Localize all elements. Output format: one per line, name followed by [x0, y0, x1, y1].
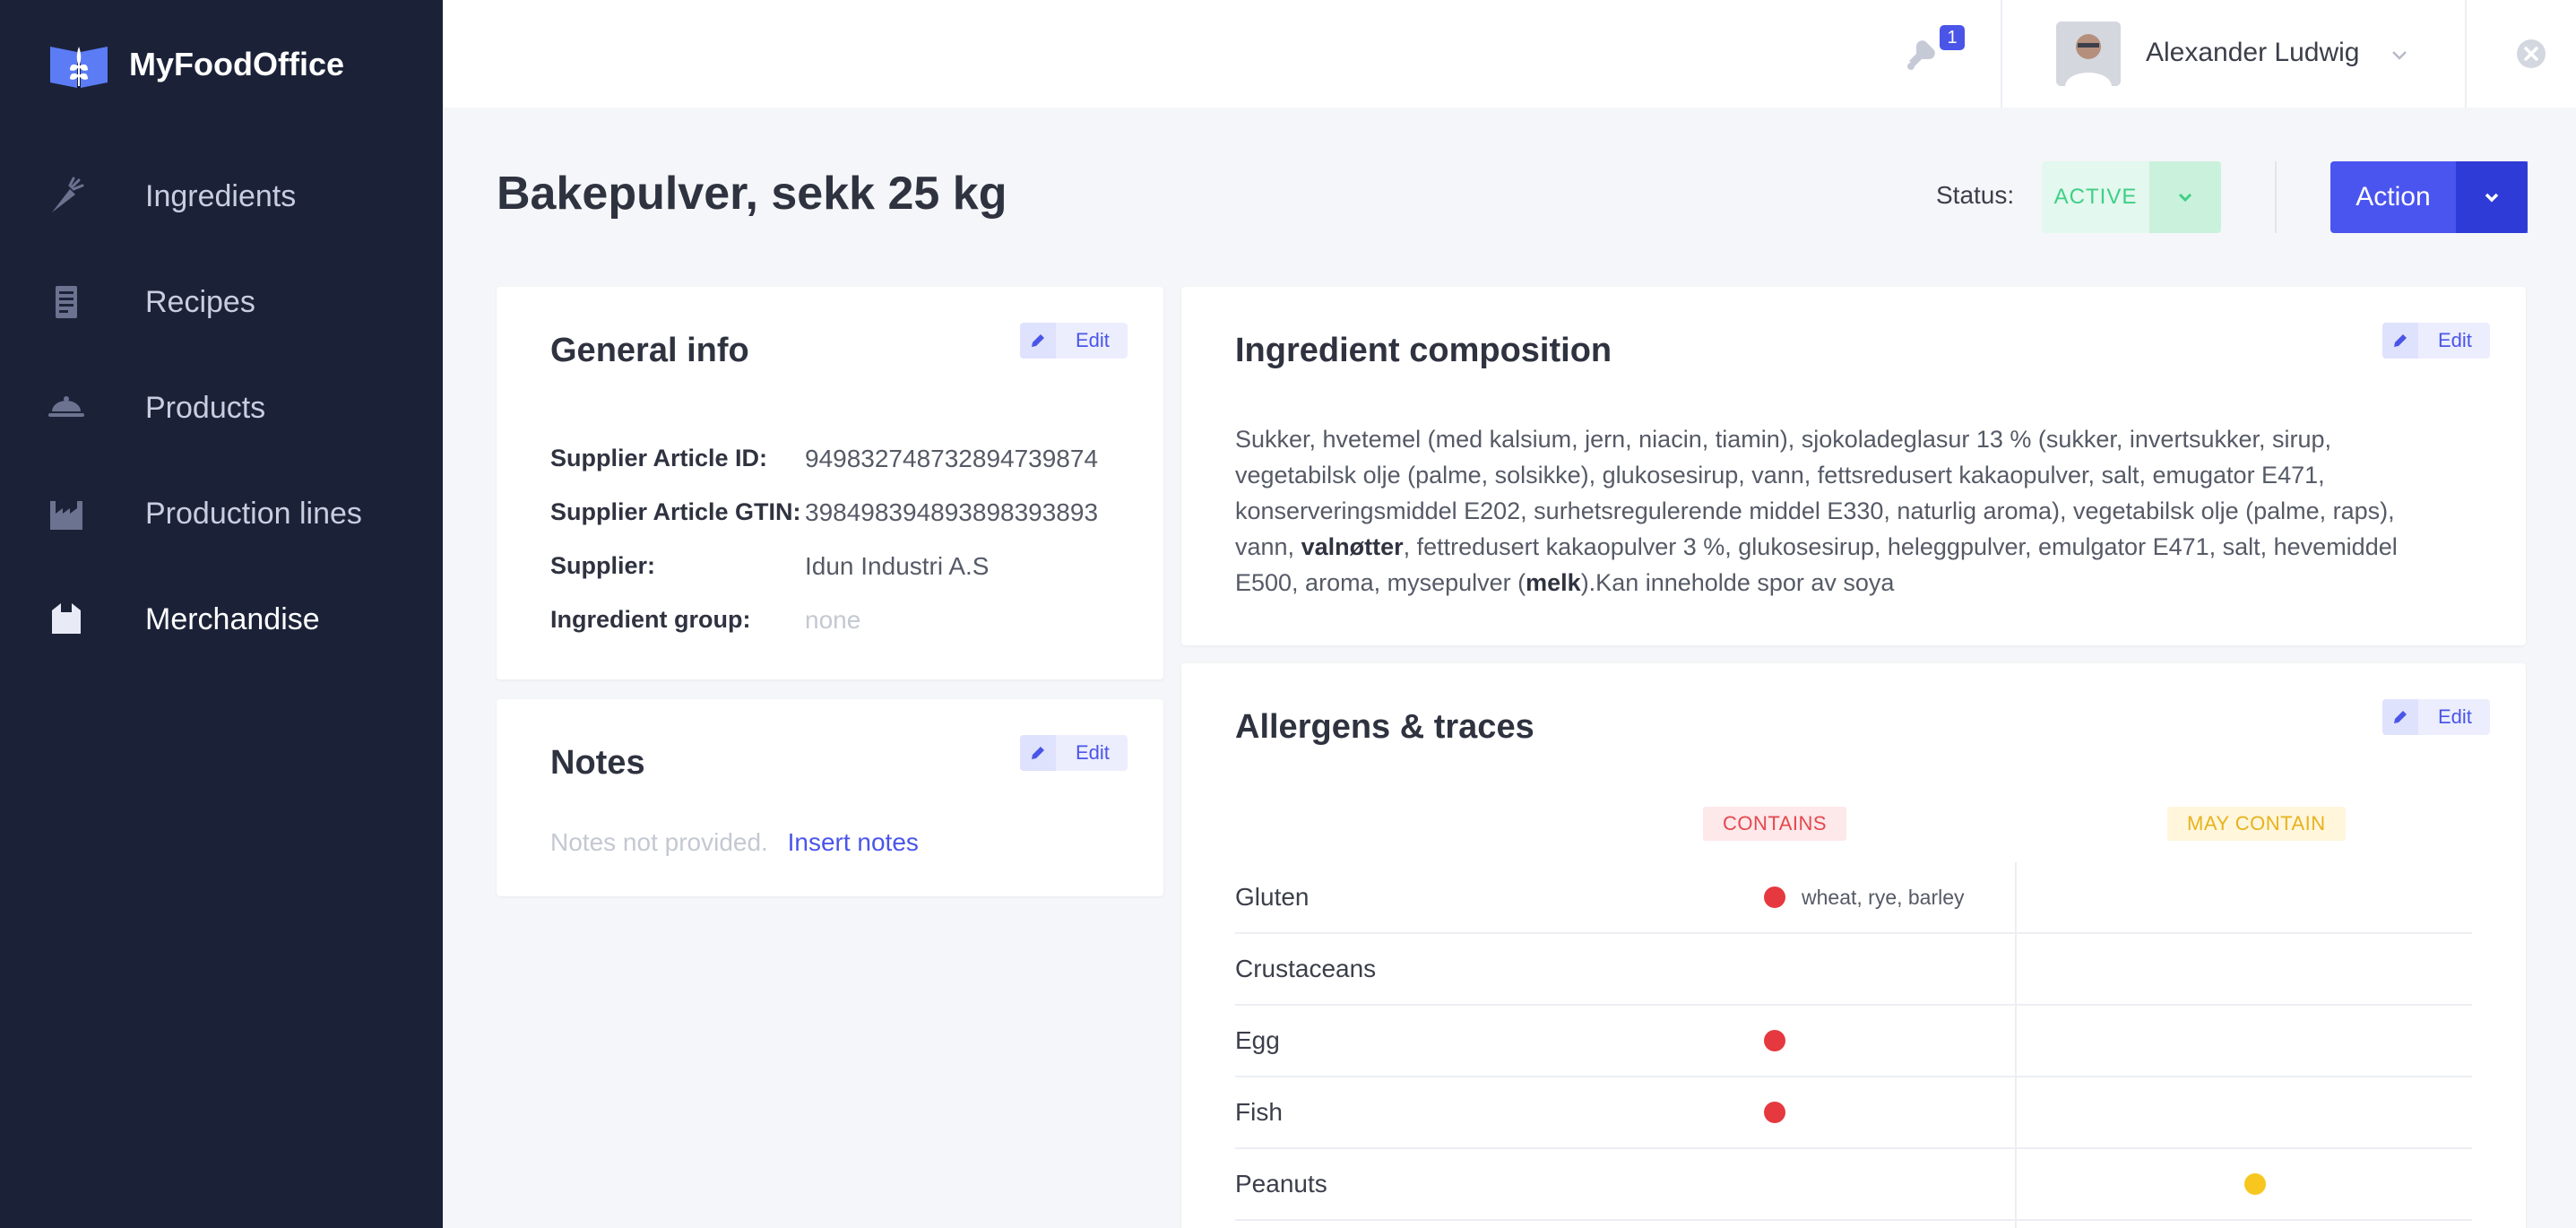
info-value: Idun Industri A.S — [805, 552, 990, 580]
notification-count-badge: 1 — [1940, 25, 1965, 50]
contains-column-header: CONTAINS — [1703, 807, 1847, 841]
allergens-card: Allergens & traces Edit CONTAINS MAY CON… — [1181, 663, 2526, 1228]
sidebar-item-label: Merchandise — [145, 601, 320, 636]
sidebar-item-label: Products — [145, 390, 266, 425]
dish-icon — [47, 388, 86, 428]
sidebar-item-ingredients[interactable]: Ingredients — [0, 143, 443, 249]
edit-allergens-button[interactable]: Edit — [2382, 699, 2490, 735]
info-label: Supplier Article GTIN: — [550, 498, 801, 525]
allergen-row-gluten: Gluten wheat, rye, barley — [1235, 862, 2472, 934]
edit-composition-button[interactable]: Edit — [2382, 323, 2490, 359]
contains-dot-icon — [1764, 1030, 1785, 1051]
edit-label: Edit — [1076, 329, 1110, 351]
allergen-table: Gluten wheat, rye, barley Crustaceans Eg… — [1235, 862, 2472, 1221]
sidebar-item-products[interactable]: Products — [0, 355, 443, 461]
notes-empty-text: Notes not provided. — [550, 828, 768, 856]
page-title: Bakepulver, sekk 25 kg — [497, 168, 1007, 220]
chevron-down-icon[interactable] — [2388, 43, 2411, 66]
book-logo-icon — [47, 39, 111, 90]
notes-card: Notes Edit Notes not provided. Insert no… — [497, 699, 1163, 896]
pencil-icon — [2382, 699, 2418, 735]
sidebar-item-recipes[interactable]: Recipes — [0, 249, 443, 355]
sidebar-item-label: Recipes — [145, 284, 255, 319]
may-contain-dot-icon — [2244, 1173, 2266, 1195]
pencil-icon — [2382, 323, 2418, 359]
brand-name: MyFoodOffice — [129, 46, 344, 82]
insert-notes-link[interactable]: Insert notes — [788, 828, 919, 856]
edit-label: Edit — [2438, 329, 2472, 351]
topbar: 1 Alexander Ludwig — [443, 0, 2576, 108]
allergen-row-fish: Fish — [1235, 1077, 2472, 1149]
carrot-icon — [47, 177, 86, 216]
user-name[interactable]: Alexander Ludwig — [2146, 38, 2360, 68]
allergen-row-crustaceans: Crustaceans — [1235, 934, 2472, 1006]
info-value: none — [805, 606, 861, 634]
sidebar-item-merchandise[interactable]: Merchandise — [0, 566, 443, 672]
general-info-card: General info Edit Supplier Article ID: 9… — [497, 287, 1163, 679]
topbar-divider — [2001, 0, 2002, 108]
composition-allergen-highlight: melk — [1526, 569, 1581, 596]
recipe-book-icon — [47, 282, 86, 322]
caret-down-icon — [2485, 193, 2499, 203]
topbar-divider — [2465, 0, 2467, 108]
action-button-label: Action — [2356, 182, 2431, 212]
info-row-supplier-article-gtin: Supplier Article GTIN: 39849839489389839… — [550, 498, 1098, 527]
allergen-name: Gluten — [1235, 883, 1310, 911]
status-label: Status: — [1936, 181, 2015, 209]
card-title: Ingredient composition — [1235, 332, 1612, 369]
allergen-name: Peanuts — [1235, 1170, 1327, 1198]
info-value: 949832748732894739874 — [805, 445, 1099, 472]
contains-dot-icon — [1764, 1102, 1785, 1123]
contains-note: wheat, rye, barley — [1802, 885, 1965, 909]
brand[interactable]: MyFoodOffice — [47, 39, 344, 90]
factory-icon — [47, 494, 86, 533]
allergen-name: Fish — [1235, 1098, 1283, 1126]
allergen-row-egg: Egg — [1235, 1006, 2472, 1077]
contains-dot-icon — [1764, 886, 1785, 908]
status-select[interactable]: ACTIVE — [2042, 161, 2221, 233]
sidebar-item-production-lines[interactable]: Production lines — [0, 461, 443, 566]
allergen-column-divider — [2015, 862, 2017, 1228]
pencil-icon — [1020, 323, 1056, 359]
sidebar: MyFoodOffice Ingredients Recipes Product… — [0, 0, 443, 1228]
box-icon — [47, 600, 86, 639]
card-title: General info — [550, 332, 749, 369]
may-contain-column-header: MAY CONTAIN — [2167, 807, 2346, 841]
notes-empty-state: Notes not provided. Insert notes — [550, 828, 919, 857]
sidebar-nav: Ingredients Recipes Products Production … — [0, 143, 443, 672]
ingredient-composition-card: Ingredient composition Edit Sukker, hvet… — [1181, 287, 2526, 645]
avatar[interactable] — [2056, 22, 2121, 86]
info-value: 398498394893898393893 — [805, 498, 1099, 526]
info-row-supplier: Supplier: Idun Industri A.S — [550, 552, 989, 581]
header-divider — [2275, 161, 2277, 233]
info-row-ingredient-group: Ingredient group: none — [550, 606, 860, 635]
notification-bell-icon[interactable] — [1902, 34, 1941, 74]
chevron-down-icon[interactable] — [2149, 161, 2221, 233]
card-title: Notes — [550, 744, 645, 782]
edit-notes-button[interactable]: Edit — [1020, 735, 1128, 771]
power-icon[interactable] — [2513, 36, 2549, 72]
status-value: ACTIVE — [2053, 185, 2138, 209]
allergen-row-peanuts: Peanuts — [1235, 1149, 2472, 1221]
edit-general-info-button[interactable]: Edit — [1020, 323, 1128, 359]
pencil-icon — [1020, 735, 1056, 771]
sidebar-item-label: Ingredients — [145, 178, 297, 213]
composition-text-part: ).Kan inneholde spor av soya — [1580, 569, 1895, 596]
info-label: Supplier: — [550, 552, 656, 579]
sidebar-item-label: Production lines — [145, 496, 362, 531]
action-dropdown-toggle[interactable] — [2456, 161, 2528, 233]
allergen-name: Crustaceans — [1235, 955, 1377, 982]
edit-label: Edit — [1076, 741, 1110, 764]
allergen-name: Egg — [1235, 1026, 1280, 1054]
info-label: Ingredient group: — [550, 606, 751, 633]
card-title: Allergens & traces — [1235, 708, 1534, 746]
info-row-supplier-article-id: Supplier Article ID: 9498327487328947398… — [550, 445, 1098, 473]
info-label: Supplier Article ID: — [550, 445, 768, 471]
composition-allergen-highlight: valnøtter — [1301, 533, 1404, 560]
edit-label: Edit — [2438, 705, 2472, 728]
composition-text: Sukker, hvetemel (med kalsium, jern, nia… — [1235, 421, 2427, 601]
